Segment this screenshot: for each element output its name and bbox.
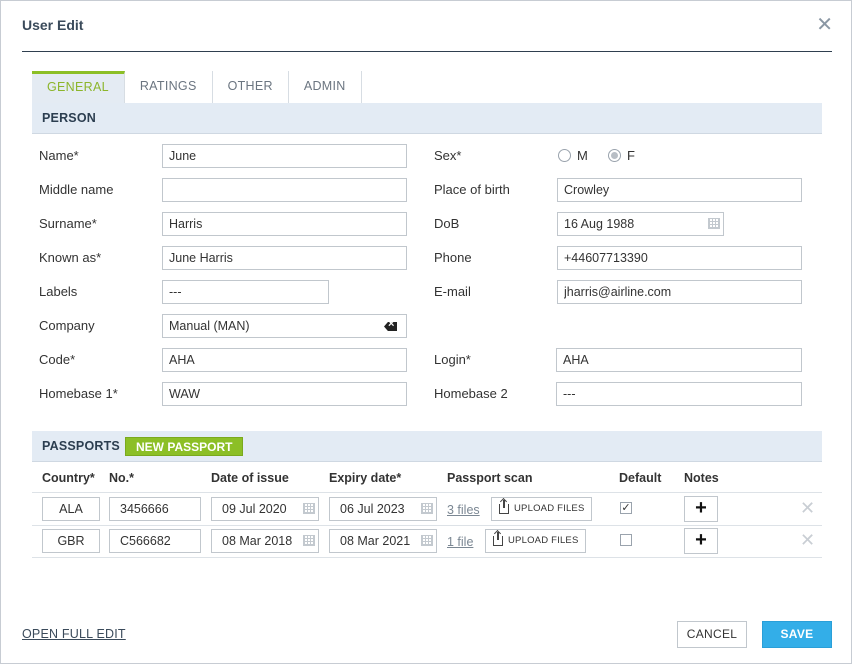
dob-input[interactable]	[557, 212, 724, 236]
known-as-label: Known as*	[39, 250, 102, 265]
title-divider	[22, 51, 832, 52]
email-label: E-mail	[434, 284, 471, 299]
passport-files-link[interactable]: 1 file	[447, 535, 473, 549]
user-edit-dialog: User Edit ✕ GENERAL RATINGS OTHER ADMIN …	[0, 0, 852, 664]
passport-country-input[interactable]	[42, 529, 100, 553]
col-notes: Notes	[684, 471, 719, 485]
phone-input[interactable]	[557, 246, 802, 270]
company-label: Company	[39, 318, 95, 333]
passport-number-input[interactable]	[109, 497, 201, 521]
passport-country-input[interactable]	[42, 497, 100, 521]
code-input[interactable]	[162, 348, 407, 372]
close-icon[interactable]: ✕	[816, 15, 833, 35]
calendar-icon[interactable]	[303, 503, 315, 514]
calendar-icon[interactable]	[421, 535, 433, 546]
place-of-birth-input[interactable]	[557, 178, 802, 202]
sex-label: Sex*	[434, 148, 462, 163]
col-date-of-issue: Date of issue	[211, 471, 289, 485]
person-section-header: PERSON	[32, 103, 822, 134]
name-input[interactable]	[162, 144, 407, 168]
upload-icon	[499, 500, 509, 514]
calendar-icon[interactable]	[421, 503, 433, 514]
new-passport-button[interactable]: NEW PASSPORT	[125, 437, 244, 456]
homebase2-select[interactable]	[556, 382, 802, 406]
surname-label: Surname*	[39, 216, 97, 231]
labels-label: Labels	[39, 284, 78, 299]
upload-files-button[interactable]: UPLOAD FILES	[491, 497, 592, 521]
save-button[interactable]: SAVE	[762, 621, 832, 648]
upload-files-label: UPLOAD FILES	[514, 503, 585, 514]
row-divider	[32, 557, 822, 558]
sex-f-radio[interactable]	[608, 149, 621, 162]
upload-icon	[493, 532, 503, 546]
row-divider	[32, 525, 822, 526]
add-note-button[interactable]: +	[684, 496, 718, 522]
dialog-title: User Edit	[22, 17, 84, 33]
email-input[interactable]	[557, 280, 802, 304]
login-label: Login*	[434, 352, 471, 367]
company-select[interactable]	[162, 314, 407, 338]
dob-label: DoB	[434, 216, 460, 231]
middle-name-label: Middle name	[39, 182, 114, 197]
col-number: No.*	[109, 471, 134, 485]
col-country: Country*	[42, 471, 95, 485]
col-passport-scan: Passport scan	[447, 471, 533, 485]
delete-passport-icon[interactable]: ✕	[800, 498, 815, 519]
col-default: Default	[619, 471, 662, 485]
homebase1-label: Homebase 1*	[39, 386, 118, 401]
calendar-icon[interactable]	[303, 535, 315, 546]
passport-number-input[interactable]	[109, 529, 201, 553]
middle-name-input[interactable]	[162, 178, 407, 202]
tab-admin[interactable]: ADMIN	[289, 71, 362, 103]
labels-input[interactable]	[162, 280, 329, 304]
default-checkbox[interactable]: ✓	[620, 502, 632, 514]
passports-section-title: PASSPORTS	[42, 439, 120, 453]
code-label: Code*	[39, 352, 76, 367]
tab-ratings[interactable]: RATINGS	[125, 71, 213, 103]
passport-files-link[interactable]: 3 files	[447, 503, 480, 517]
place-of-birth-label: Place of birth	[434, 182, 510, 197]
tab-bar: GENERAL RATINGS OTHER ADMIN	[32, 71, 362, 103]
sex-m-radio[interactable]	[558, 149, 571, 162]
open-full-edit-link[interactable]: OPEN FULL EDIT	[22, 627, 126, 641]
homebase2-label: Homebase 2	[434, 386, 508, 401]
row-divider	[32, 492, 822, 493]
login-input[interactable]	[556, 348, 802, 372]
sex-f-label: F	[627, 148, 635, 163]
tab-other[interactable]: OTHER	[213, 71, 289, 103]
sex-m-label: M	[577, 148, 588, 163]
default-checkbox[interactable]	[620, 534, 632, 546]
calendar-icon[interactable]	[708, 218, 720, 229]
col-expiry-date: Expiry date*	[329, 471, 402, 485]
phone-label: Phone	[434, 250, 472, 265]
tab-general[interactable]: GENERAL	[32, 71, 125, 103]
known-as-input[interactable]	[162, 246, 407, 270]
homebase1-select[interactable]	[162, 382, 407, 406]
surname-input[interactable]	[162, 212, 407, 236]
name-label: Name*	[39, 148, 79, 163]
upload-files-button[interactable]: UPLOAD FILES	[485, 529, 586, 553]
upload-files-label: UPLOAD FILES	[508, 535, 579, 546]
add-note-button[interactable]: +	[684, 528, 718, 554]
cancel-button[interactable]: CANCEL	[677, 621, 747, 648]
delete-passport-icon[interactable]: ✕	[800, 530, 815, 551]
